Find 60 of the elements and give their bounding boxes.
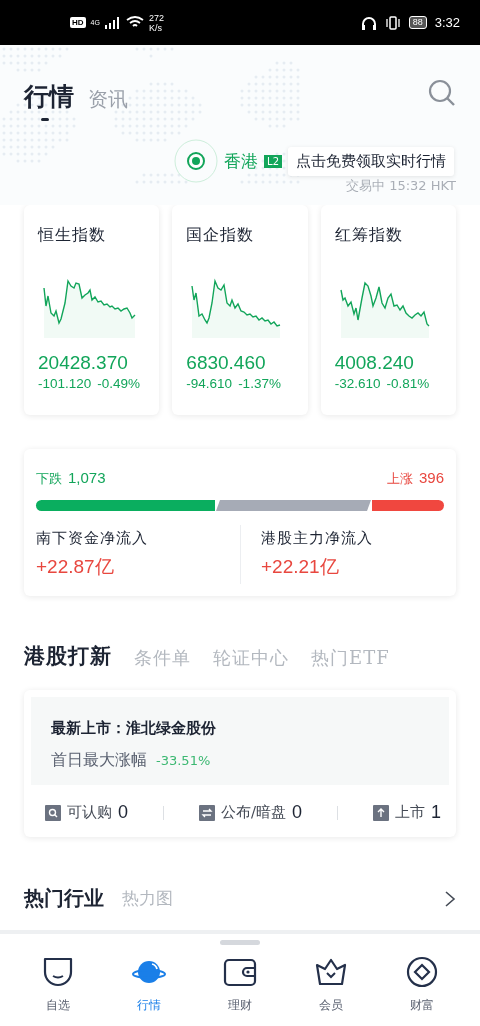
rise-label: 上涨 (386, 470, 413, 488)
index-change-percent: -0.81% (386, 376, 430, 391)
section-title: 热门行业 (24, 885, 104, 912)
nav-tab[interactable]: 会员 (296, 955, 367, 1014)
headphones-icon (360, 15, 377, 30)
index-name: 恒生指数 (38, 225, 107, 246)
hd-badge: HD (70, 17, 86, 28)
nav-tab[interactable]: 理财 (204, 955, 275, 1014)
flow-value: +22.87亿 (36, 555, 115, 579)
network-speed: 272 K/s (148, 12, 164, 33)
search-icon[interactable] (428, 79, 456, 107)
index-name: 国企指数 (186, 225, 256, 246)
index-change: -94.610 (186, 376, 233, 391)
flow-value: +22.21亿 (261, 555, 340, 579)
flow-label: 港股主力净流入 (261, 529, 374, 548)
header-tab[interactable]: 行情 (24, 80, 74, 121)
nav-tab[interactable]: 自选 (22, 955, 93, 1014)
fall-label: 下跌 (36, 470, 62, 488)
promo-tooltip[interactable]: 点击免费领取实时行情 (288, 146, 454, 176)
signal-icon (104, 16, 121, 29)
level-badge: L2 (264, 154, 282, 168)
flow-label: 南下资金净流入 (36, 529, 149, 548)
index-value: 20428.370 (38, 352, 129, 374)
stat-label[interactable]: 公布/暗盘 (220, 803, 286, 822)
location-pulse-icon (174, 139, 219, 183)
drag-handle[interactable] (220, 940, 260, 945)
chevron-right-icon[interactable] (444, 889, 456, 908)
swap-arrows-icon (198, 804, 215, 821)
index-card[interactable]: 国企指数 6830.460 -94.610 -1.37% (172, 205, 308, 415)
index-value: 4008.240 (334, 352, 415, 374)
stat-label[interactable]: 上市 (394, 803, 425, 822)
latest-listing-title: 最新上市：淮北绿金股份 (51, 719, 217, 738)
magnifier-icon (45, 804, 61, 821)
clock-time: 3:32 (434, 15, 460, 30)
battery-indicator: 88 (408, 16, 427, 29)
index-change: -32.610 (334, 376, 381, 391)
index-card[interactable]: 红筹指数 4008.240 -32.610 -0.81% (320, 205, 456, 415)
fall-count: 1,073 (68, 469, 106, 486)
index-change-percent: -0.49% (97, 376, 141, 391)
index-name: 红筹指数 (334, 225, 404, 246)
index-change-percent: -1.37% (238, 376, 281, 391)
wifi-icon (125, 16, 144, 29)
section-tab[interactable]: 港股打新 (24, 642, 112, 670)
stat-count: 0 (118, 802, 128, 823)
coin-icon (405, 955, 440, 989)
latest-listing-panel[interactable]: 最新上市：淮北绿金股份 首日最大涨幅 -33.51% (31, 697, 449, 785)
stat-label[interactable]: 可认购 (67, 803, 112, 822)
nav-tab[interactable]: 行情 (113, 955, 184, 1014)
metric-label: 首日最大涨幅 (51, 750, 147, 771)
vibrate-icon (384, 15, 401, 30)
index-value: 6830.460 (186, 352, 267, 374)
metric-value: -33.51% (156, 753, 211, 768)
trading-status: 交易中 15:32 HKT (346, 178, 456, 193)
rise-count: 396 (418, 469, 444, 486)
stat-count: 1 (430, 802, 441, 823)
index-change: -101.120 (38, 376, 92, 391)
nav-tab[interactable]: 财富 (387, 955, 458, 1014)
ipo-card[interactable]: 最新上市：淮北绿金股份 首日最大涨幅 -33.51% 可认购 0 公布/暗盘 0 上市 1 (24, 690, 456, 837)
stat-count: 0 (292, 802, 303, 823)
index-card[interactable]: 恒生指数 20428.370 -101.120 -0.49% (24, 205, 160, 415)
